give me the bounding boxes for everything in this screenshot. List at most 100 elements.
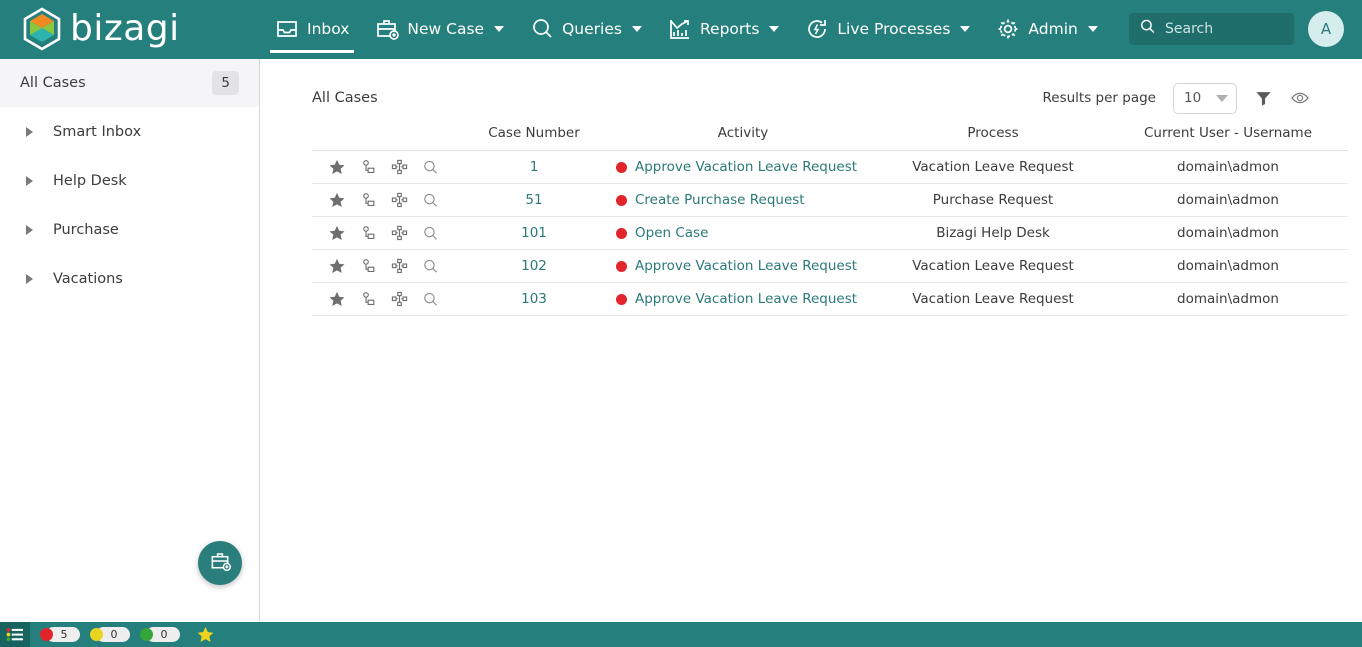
brand-logo[interactable]: bizagi (0, 6, 262, 51)
sidebar-item-help-desk[interactable]: Help Desk (0, 156, 259, 205)
case-link-icon[interactable] (360, 258, 377, 275)
star-icon[interactable] (328, 158, 346, 176)
magnifier-icon[interactable] (422, 291, 439, 308)
status-bar: 5 0 0 (0, 622, 1362, 647)
case-link-icon[interactable] (360, 159, 377, 176)
sidebar-item-vacations[interactable]: Vacations (0, 254, 259, 303)
activity-link[interactable]: Approve Vacation Leave Request (635, 159, 857, 175)
column-header-process[interactable]: Process (878, 119, 1108, 151)
activity-link[interactable]: Create Purchase Request (635, 192, 805, 208)
results-per-page-select[interactable]: 10 (1173, 82, 1237, 114)
star-icon[interactable] (328, 191, 346, 209)
nav-item-queries[interactable]: Queries (517, 0, 655, 57)
case-number-link[interactable]: 51 (525, 192, 542, 208)
activity-status-dot (616, 194, 627, 206)
refresh-bolt-icon (805, 17, 829, 41)
status-counter-green[interactable]: 0 (140, 627, 180, 642)
process-flow-icon[interactable] (391, 192, 408, 209)
activity-status-dot (616, 293, 627, 305)
status-list-icon[interactable] (0, 622, 30, 647)
current-user-cell: domain\admon (1108, 183, 1348, 217)
main-navigation: Inbox New Case Queries Reports Live Proc… (262, 0, 1129, 57)
chevron-right-icon (26, 224, 33, 235)
case-number-link[interactable]: 101 (521, 225, 547, 241)
row-action-icons (312, 224, 460, 242)
magnifier-icon[interactable] (422, 258, 439, 275)
case-number-cell: 51 (460, 183, 608, 217)
eye-icon[interactable] (1290, 88, 1310, 108)
case-number-cell: 102 (460, 249, 608, 283)
column-header-activity[interactable]: Activity (608, 119, 878, 151)
cases-table-body: 1 Approve Vacation Leave Request Vacation … (312, 150, 1348, 316)
table-row[interactable]: 51 Create Purchase Request Purchase Reques… (312, 183, 1348, 217)
case-number-cell: 103 (460, 282, 608, 316)
column-header-current-user[interactable]: Current User - Username (1108, 119, 1348, 151)
nav-item-reports[interactable]: Reports (655, 0, 792, 57)
chevron-down-icon (960, 25, 971, 32)
content-toolbar: All Cases Results per page 10 (312, 77, 1310, 119)
case-link-icon[interactable] (360, 291, 377, 308)
nav-item-new-case[interactable]: New Case (362, 0, 517, 57)
activity-link[interactable]: Open Case (635, 225, 708, 241)
sidebar: All Cases 5 Smart Inbox Help Desk Purcha… (0, 59, 260, 622)
case-number-link[interactable]: 102 (521, 258, 547, 274)
magnifier-icon[interactable] (422, 192, 439, 209)
case-number-link[interactable]: 1 (530, 159, 539, 175)
main-content: All Cases Results per page 10 Case Numbe… (260, 59, 1362, 622)
status-counter-red[interactable]: 5 (40, 627, 80, 642)
chevron-right-icon (26, 273, 33, 284)
red-status-dot (40, 628, 53, 641)
search-input[interactable] (1165, 20, 1285, 37)
briefcase-plus-icon (375, 17, 400, 41)
process-flow-icon[interactable] (391, 258, 408, 275)
chart-trend-icon (668, 17, 692, 41)
star-favorite-icon[interactable] (196, 625, 215, 644)
new-case-fab-button[interactable] (198, 541, 242, 585)
status-counter-yellow[interactable]: 0 (90, 627, 130, 642)
sidebar-item-purchase[interactable]: Purchase (0, 205, 259, 254)
current-user-cell: domain\admon (1108, 282, 1348, 316)
column-header-actions[interactable] (312, 119, 460, 151)
case-link-icon[interactable] (360, 225, 377, 242)
funnel-filter-icon[interactable] (1254, 89, 1273, 108)
current-user-cell: domain\admon (1108, 216, 1348, 250)
table-row[interactable]: 101 Open Case Bizagi Help Desk domain\admon (312, 216, 1348, 250)
process-flow-icon[interactable] (391, 159, 408, 176)
case-number-link[interactable]: 103 (521, 291, 547, 307)
magnifier-icon[interactable] (422, 159, 439, 176)
case-link-icon[interactable] (360, 192, 377, 209)
search-icon (1139, 18, 1156, 39)
activity-status-dot (616, 161, 627, 173)
sidebar-item-smart-inbox[interactable]: Smart Inbox (0, 107, 259, 156)
table-row[interactable]: 1 Approve Vacation Leave Request Vacation … (312, 150, 1348, 184)
process-flow-icon[interactable] (391, 291, 408, 308)
process-flow-icon[interactable] (391, 225, 408, 242)
activity-cell: Approve Vacation Leave Request (608, 249, 878, 283)
process-cell: Purchase Request (878, 183, 1108, 217)
activity-link[interactable]: Approve Vacation Leave Request (635, 291, 857, 307)
nav-item-live-processes[interactable]: Live Processes (792, 0, 983, 57)
global-search-box[interactable] (1129, 12, 1294, 45)
star-icon[interactable] (328, 224, 346, 242)
sidebar-item-all-cases[interactable]: All Cases 5 (0, 59, 259, 107)
activity-link[interactable]: Approve Vacation Leave Request (635, 258, 857, 274)
process-cell: Bizagi Help Desk (878, 216, 1108, 250)
nav-item-admin[interactable]: Admin (983, 0, 1110, 57)
magnifier-icon[interactable] (422, 225, 439, 242)
table-row[interactable]: 102 Approve Vacation Leave Request Vacatio… (312, 249, 1348, 283)
column-header-case-number[interactable]: Case Number (460, 119, 608, 151)
table-row[interactable]: 103 Approve Vacation Leave Request Vacatio… (312, 282, 1348, 316)
chevron-right-icon (26, 175, 33, 186)
star-icon[interactable] (328, 257, 346, 275)
nav-item-inbox[interactable]: Inbox (262, 0, 362, 57)
user-avatar[interactable]: A (1308, 10, 1344, 47)
nav-label: Live Processes (837, 19, 951, 38)
chevron-down-icon (769, 25, 780, 32)
row-action-icons (312, 191, 460, 209)
gear-icon (996, 17, 1020, 41)
bizagi-work-portal: bizagi Inbox New Case Queries Reports Li… (0, 0, 1362, 647)
star-icon[interactable] (328, 290, 346, 308)
page-body: All Cases 5 Smart Inbox Help Desk Purcha… (0, 59, 1362, 622)
sidebar-all-cases-label: All Cases (20, 75, 86, 91)
activity-cell: Open Case (608, 216, 878, 250)
